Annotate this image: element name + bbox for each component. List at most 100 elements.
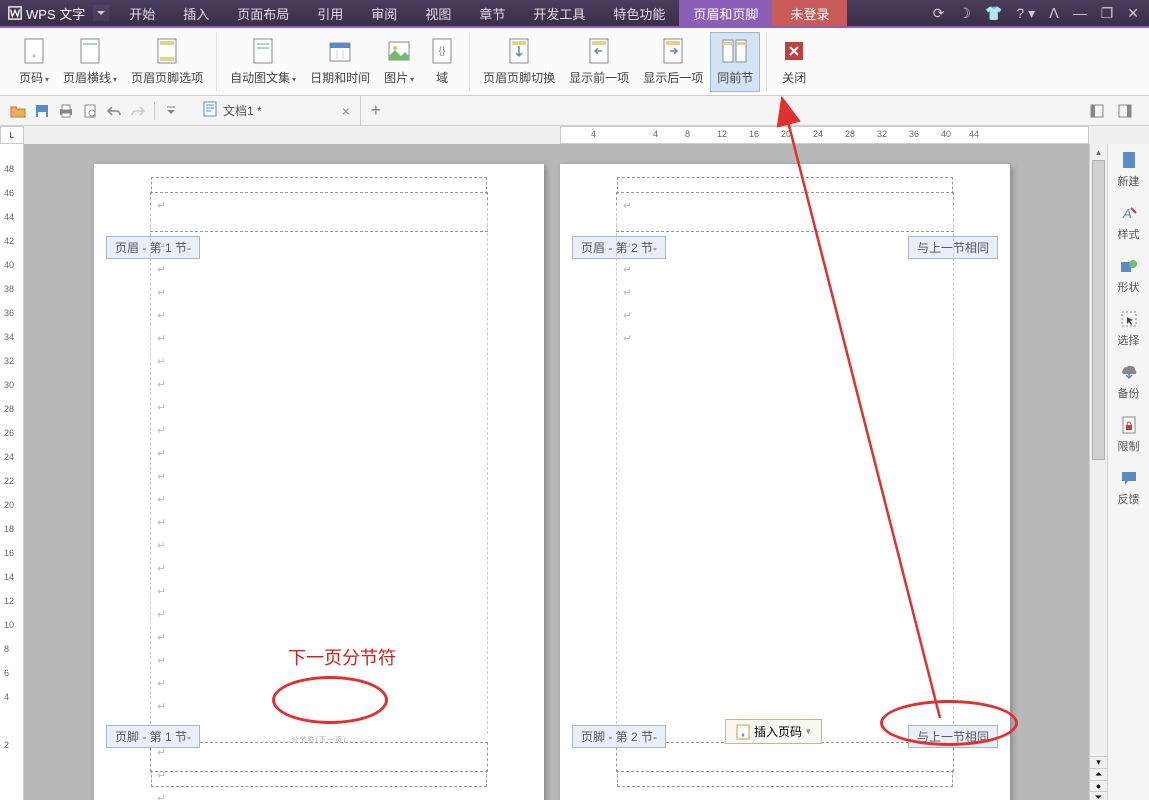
field-button[interactable]: {} 域: [421, 32, 463, 92]
page2-body: ↵↵↵↵↵: [616, 208, 954, 734]
panel-toggle-2-icon[interactable]: [1114, 100, 1136, 122]
close-tab-icon[interactable]: ×: [342, 103, 350, 119]
tab-section[interactable]: 章节: [465, 0, 519, 26]
picture-button[interactable]: 图片▾: [377, 32, 421, 92]
next-page-icon[interactable]: ⏷: [1090, 791, 1107, 803]
switch-header-footer-button[interactable]: 页眉页脚切换: [476, 32, 562, 92]
new-doc-icon: [1119, 150, 1139, 170]
header-line-icon: [76, 37, 104, 65]
tab-review[interactable]: 审阅: [357, 0, 411, 26]
tab-header-footer[interactable]: 页眉和页脚: [679, 0, 772, 26]
maximize-icon[interactable]: ❐: [1101, 5, 1114, 22]
switch-icon: [505, 37, 533, 65]
show-next-button[interactable]: 显示后一项: [636, 32, 710, 92]
browse-object-icon[interactable]: ●: [1090, 780, 1107, 791]
undo-icon[interactable]: [103, 100, 125, 122]
tab-login[interactable]: 未登录: [772, 0, 847, 26]
quick-access-bar: 文档1 * × +: [0, 96, 1149, 126]
header-footer-options-button[interactable]: 页眉页脚选项: [124, 32, 210, 92]
section-break-marker: ..........分节符(下一页)..........: [262, 735, 376, 745]
show-prev-icon: [585, 37, 613, 65]
show-prev-button[interactable]: 显示前一项: [562, 32, 636, 92]
tab-layout[interactable]: 页面布局: [223, 0, 303, 26]
menu-tabs: 开始 插入 页面布局 引用 审阅 视图 章节 开发工具 特色功能 页眉和页脚 未…: [115, 0, 847, 26]
scroll-down-icon[interactable]: ▾: [1090, 756, 1107, 768]
document-tab[interactable]: 文档1 * ×: [193, 96, 361, 125]
restrict-icon: [1119, 415, 1139, 435]
show-next-icon: [659, 37, 687, 65]
redo-icon[interactable]: [127, 100, 149, 122]
titlebar-right: ⟳ ☽ 👕 ? ▾ ᐱ — ❐ ✕: [923, 5, 1149, 22]
open-icon[interactable]: [7, 100, 29, 122]
side-shape-button[interactable]: 形状: [1118, 256, 1140, 295]
sync-icon[interactable]: ⟳: [933, 5, 945, 22]
shape-icon: [1119, 256, 1139, 276]
tab-view[interactable]: 视图: [411, 0, 465, 26]
side-feedback-button[interactable]: 反馈: [1118, 468, 1140, 507]
page2-footer-tag: 页脚 - 第 2 节-: [572, 725, 666, 748]
svg-text:A: A: [1122, 206, 1132, 221]
insert-page-number-icon: #: [736, 724, 750, 740]
close-window-icon[interactable]: ✕: [1127, 5, 1139, 22]
page-1[interactable]: ↵ 页眉 - 第 1 节- ↵↵↵↵↵↵↵↵↵↵↵↵↵↵↵↵↵↵↵↵↵↵↵↵↵↵…: [94, 164, 544, 800]
side-select-button[interactable]: 选择: [1118, 309, 1140, 348]
help-icon[interactable]: ? ▾: [1016, 5, 1035, 22]
auto-text-button[interactable]: 自动图文集▾: [223, 32, 303, 92]
side-backup-button[interactable]: 备份: [1118, 362, 1140, 401]
close-header-footer-button[interactable]: 关闭: [773, 32, 815, 92]
tab-dev[interactable]: 开发工具: [519, 0, 599, 26]
tab-reference[interactable]: 引用: [303, 0, 357, 26]
ruler-row: L 4 4 8 12 16 20 24 28 32 36 40 44: [0, 126, 1149, 144]
moon-icon[interactable]: ☽: [958, 5, 971, 22]
page-2[interactable]: ↵ 页眉 - 第 2 节- 与上一节相同 ↵↵↵↵↵ 页脚 - 第 2 节- 与…: [560, 164, 1010, 800]
insert-page-number-button[interactable]: # 插入页码 ▾: [725, 719, 822, 744]
ribbon: # 页码▾ 页眉横线▾ 页眉页脚选项 自动图文集▾ 日期和时间 图片▾ {} 域: [0, 28, 1149, 96]
tab-insert[interactable]: 插入: [169, 0, 223, 26]
select-icon: [1119, 309, 1139, 329]
date-time-button[interactable]: 日期和时间: [303, 32, 377, 92]
side-panel: 新建 A 样式 形状 选择 备份 限制 反馈: [1107, 144, 1149, 800]
new-tab-button[interactable]: +: [361, 96, 391, 125]
collapse-ribbon-icon[interactable]: ᐱ: [1049, 5, 1059, 22]
side-new-button[interactable]: 新建: [1118, 150, 1140, 189]
side-style-button[interactable]: A 样式: [1118, 203, 1140, 242]
side-restrict-button[interactable]: 限制: [1118, 415, 1140, 454]
print-icon[interactable]: [55, 100, 77, 122]
minimize-icon[interactable]: —: [1073, 5, 1087, 21]
field-icon: {}: [428, 37, 456, 65]
backup-icon: [1119, 362, 1139, 382]
page2-footer-zone[interactable]: [616, 742, 954, 772]
header-line-button[interactable]: 页眉横线▾: [56, 32, 124, 92]
ruler-corner[interactable]: L: [0, 126, 24, 144]
title-bar: WPS 文字 开始 插入 页面布局 引用 审阅 视图 章节 开发工具 特色功能 …: [0, 0, 1149, 28]
vertical-scrollbar[interactable]: ▴ ▾ ⏶ ● ⏷: [1089, 144, 1107, 800]
print-preview-icon[interactable]: [79, 100, 101, 122]
document-name: 文档1 *: [223, 102, 262, 119]
panel-toggle-1-icon[interactable]: [1086, 100, 1108, 122]
prev-page-icon[interactable]: ⏶: [1090, 768, 1107, 780]
scroll-track[interactable]: [1090, 160, 1107, 740]
qat-dropdown-icon[interactable]: [160, 100, 182, 122]
app-menu-dropdown[interactable]: [93, 5, 109, 21]
page1-footer-zone[interactable]: ..........分节符(下一页)..........: [150, 742, 488, 772]
save-icon[interactable]: [31, 100, 53, 122]
horizontal-ruler[interactable]: 4 4 8 12 16 20 24 28 32 36 40 44: [560, 126, 1089, 144]
page1-body: ↵↵↵↵↵↵↵↵↵↵↵↵↵↵↵↵↵↵↵↵↵↵↵↵↵↵: [150, 208, 488, 734]
document-area: 48 46 44 42 40 38 36 34 32 30 28 26 24 2…: [0, 144, 1149, 800]
auto-text-icon: [249, 37, 277, 65]
page1-footer-tag: 页脚 - 第 1 节-: [106, 725, 200, 748]
skin-icon[interactable]: 👕: [985, 5, 1002, 22]
picture-icon: [385, 37, 413, 65]
same-as-previous-button[interactable]: 同前节: [710, 32, 760, 92]
scroll-thumb[interactable]: [1092, 160, 1105, 460]
vertical-ruler[interactable]: 48 46 44 42 40 38 36 34 32 30 28 26 24 2…: [0, 144, 24, 800]
page2-footer-same: 与上一节相同: [908, 725, 998, 748]
page-number-button[interactable]: # 页码▾: [12, 32, 56, 92]
document-icon: [203, 101, 217, 120]
scroll-up-icon[interactable]: ▴: [1090, 144, 1107, 160]
date-time-icon: [326, 37, 354, 65]
tab-start[interactable]: 开始: [115, 0, 169, 26]
tab-special[interactable]: 特色功能: [599, 0, 679, 26]
pages-container: ↵ 页眉 - 第 1 节- ↵↵↵↵↵↵↵↵↵↵↵↵↵↵↵↵↵↵↵↵↵↵↵↵↵↵…: [24, 144, 1149, 800]
feedback-icon: [1119, 468, 1139, 488]
